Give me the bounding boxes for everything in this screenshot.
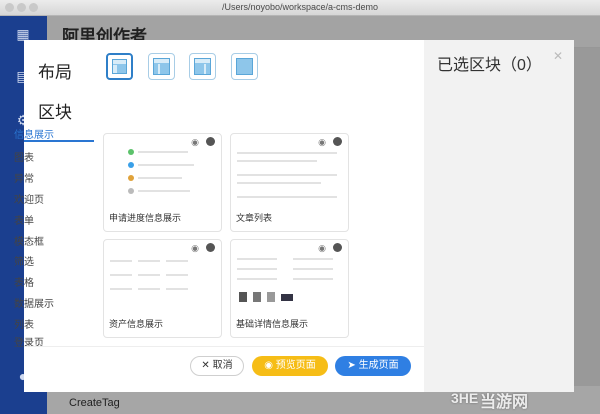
block-picker-modal [24, 40, 424, 392]
category-item-charts[interactable]: 图表 [14, 149, 34, 164]
watermark-logo: 3HE [451, 390, 479, 406]
eye-icon[interactable]: ◉ [318, 137, 326, 148]
selected-blocks-panel [424, 40, 574, 392]
cancel-label: 取消 [212, 360, 233, 371]
block-card-asset-info[interactable]: ◉ 资产信息展示 [103, 239, 222, 338]
category-item-welcome[interactable]: 欢迎页 [14, 191, 44, 206]
active-category-indicator [24, 140, 94, 142]
block-card-label: 资产信息展示 [109, 319, 164, 329]
eye-icon[interactable]: ◉ [191, 243, 199, 254]
block-thumbnail [108, 244, 217, 310]
cancel-button[interactable]: ✕ 取消 [190, 356, 244, 376]
github-icon[interactable] [333, 137, 342, 146]
block-heading: 区块 [38, 103, 72, 122]
generate-page-button[interactable]: ➤ 生成页面 [335, 356, 411, 376]
app-window: /Users/noyobo/workspace/a-cms-demo ▦ ▤ ⚙… [0, 0, 600, 414]
watermark-text: 当游网 [480, 394, 529, 411]
send-icon: ➤ [347, 360, 359, 371]
eye-icon[interactable]: ◉ [191, 137, 199, 148]
block-thumbnail [235, 138, 344, 204]
x-icon: ✕ [201, 360, 213, 371]
category-item-data-display[interactable]: 数据展示 [14, 295, 54, 310]
category-item-exception[interactable]: 异常 [14, 170, 34, 185]
generate-label: 生成页面 [358, 360, 399, 371]
github-icon[interactable] [206, 137, 215, 146]
category-item-info-display[interactable]: 信息展示 [14, 126, 54, 141]
layout-option-header-sidebar[interactable] [106, 53, 133, 80]
layout-heading: 布局 [38, 63, 72, 82]
block-card-basic-detail[interactable]: ◉ 基础详情信息展示 [230, 239, 349, 338]
category-item-table[interactable]: 表格 [14, 274, 34, 289]
block-card-article-list[interactable]: ◉ 文章列表 [230, 133, 349, 232]
preview-label: 预览页面 [275, 360, 316, 371]
category-item-form[interactable]: 表单 [14, 212, 34, 227]
layout-option-blank[interactable] [231, 53, 258, 80]
block-card-label: 文章列表 [236, 213, 273, 223]
layout-option-header-only[interactable] [189, 53, 216, 80]
category-item-list[interactable]: 列表 [14, 316, 34, 331]
github-icon[interactable] [333, 243, 342, 252]
eye-icon[interactable]: ◉ [318, 243, 326, 254]
category-item-modal[interactable]: 模态框 [14, 233, 44, 248]
github-icon[interactable] [206, 243, 215, 252]
preview-page-button[interactable]: ◉ 预览页面 [252, 356, 328, 376]
eye-icon: ◉ [264, 360, 276, 371]
close-icon[interactable]: ✕ [553, 49, 563, 63]
layout-option-header-aside[interactable] [148, 53, 175, 80]
block-card-label: 基础详情信息展示 [236, 319, 309, 329]
title-bar: /Users/noyobo/workspace/a-cms-demo [0, 0, 600, 16]
block-card-label: 申请进度信息展示 [109, 213, 182, 223]
block-card-progress[interactable]: ◉ 申请进度信息展示 [103, 133, 222, 232]
block-thumbnail [108, 138, 217, 204]
window-title: /Users/noyobo/workspace/a-cms-demo [221, 2, 379, 12]
block-thumbnail [235, 244, 344, 310]
selected-blocks-title: 已选区块（0） [437, 57, 542, 74]
category-item-filter[interactable]: 筛选 [14, 253, 34, 268]
